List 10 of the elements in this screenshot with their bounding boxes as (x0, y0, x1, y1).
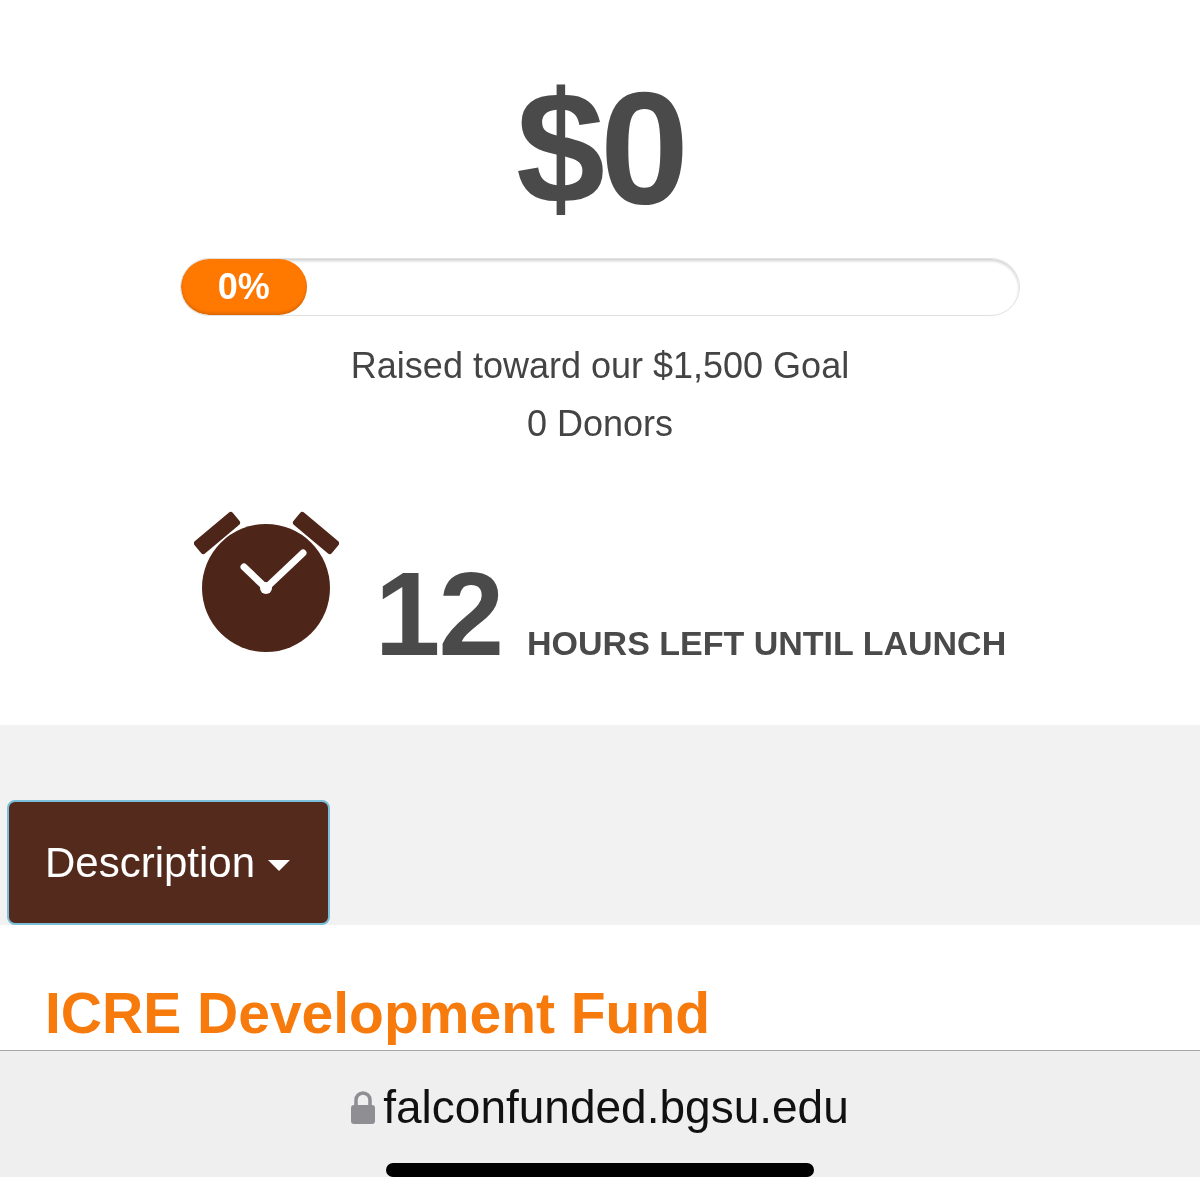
goal-text: Raised toward our $1,500 Goal (349, 344, 851, 388)
amount-raised: $0 (515, 68, 685, 228)
fund-title: ICRE Development Fund (45, 981, 711, 1045)
dropdown-button[interactable]: Description (7, 800, 330, 925)
url-text[interactable]: falconfunded.bgsu.edu (383, 1080, 849, 1134)
donor-count: 0 Donors (525, 402, 675, 446)
countdown-number: 12 (374, 555, 503, 673)
countdown-label: HOURS LEFT UNTIL LAUNCH (527, 626, 1007, 660)
progress-percent: 0% (217, 269, 270, 305)
caret-icon (268, 860, 291, 872)
